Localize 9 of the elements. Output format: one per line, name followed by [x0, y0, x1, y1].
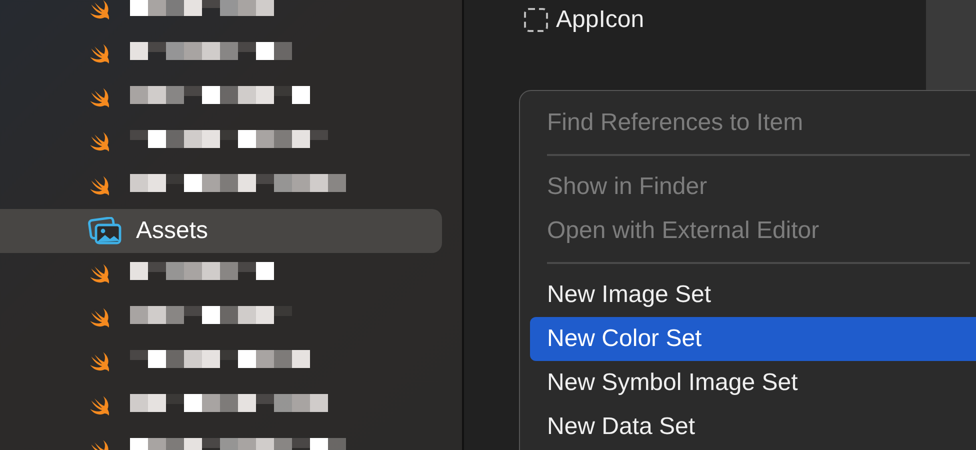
- asset-name[interactable]: AppIcon: [556, 6, 644, 34]
- menu-item[interactable]: New Image Set: [530, 273, 976, 317]
- file-name: Assets: [136, 217, 208, 245]
- menu-item[interactable]: New Data Set: [530, 405, 976, 449]
- image-stack-icon: [88, 217, 122, 245]
- placeholder-icon: [524, 8, 548, 32]
- menu-item[interactable]: New Symbol Image Set: [530, 361, 976, 405]
- file-row[interactable]: Assets: [0, 209, 442, 253]
- menu-item[interactable]: New Color Set: [530, 317, 976, 361]
